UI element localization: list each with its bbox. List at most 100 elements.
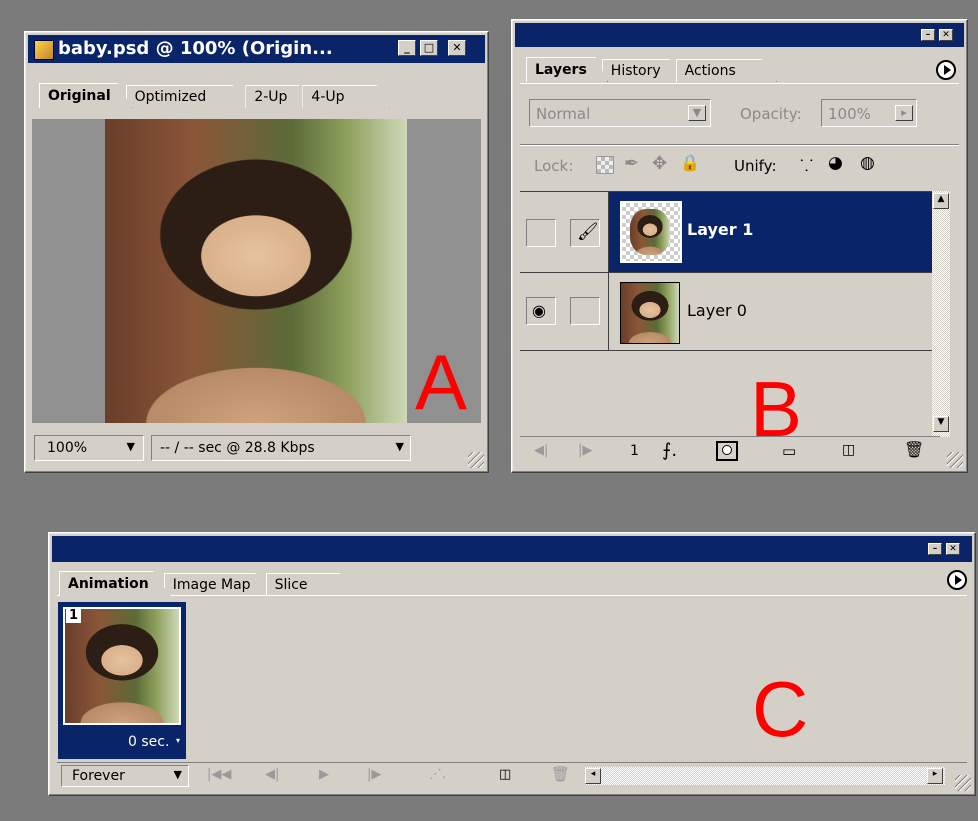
- animation-tabs-divider: [57, 595, 967, 596]
- chevron-down-icon: ▼: [395, 440, 404, 453]
- frame-number: 1: [630, 443, 639, 459]
- layer-name[interactable]: Layer 0: [687, 301, 747, 320]
- lock-transparency-icon[interactable]: [596, 156, 614, 174]
- download-speed: -- / -- sec @ 28.8 Kbps: [160, 440, 315, 456]
- trash-icon[interactable]: 🗑: [551, 765, 570, 783]
- maximize-button[interactable]: □: [420, 40, 438, 56]
- loop-value: Forever: [72, 768, 125, 784]
- close-button[interactable]: ✕: [448, 40, 466, 56]
- animation-tabs: Animation Image Map Slice: [59, 571, 353, 596]
- tab-4-up[interactable]: 4-Up: [302, 85, 390, 108]
- chevron-down-icon: ▼: [173, 768, 182, 781]
- animation-panel: – ✕ Animation Image Map Slice 1 0 sec. ▾…: [48, 532, 976, 796]
- tab-layers[interactable]: Layers: [526, 57, 608, 82]
- document-titlebar[interactable]: baby.psd @ 100% (Origin... _ □ ✕: [28, 35, 485, 63]
- next-frame-icon[interactable]: |▶: [578, 443, 592, 458]
- unify-visibility-icon[interactable]: ◕: [828, 153, 843, 173]
- opacity-value: 100%: [828, 105, 871, 123]
- chevron-down-icon: ▼: [688, 105, 706, 121]
- minimize-button[interactable]: –: [921, 29, 935, 41]
- layer-row[interactable]: ◉ Layer 0: [520, 272, 932, 351]
- lock-label: Lock:: [534, 157, 574, 175]
- frame-number: 1: [66, 608, 82, 623]
- layer-mask-icon[interactable]: [716, 441, 738, 461]
- resize-grip-icon[interactable]: [955, 775, 971, 791]
- new-layer-icon[interactable]: ◫: [842, 442, 855, 458]
- layer-thumbnail-photo: [630, 209, 670, 255]
- tab-history[interactable]: History: [601, 59, 682, 82]
- scroll-up-button[interactable]: ▲: [933, 193, 949, 209]
- layer-row[interactable]: 🖌 Layer 1: [520, 192, 932, 273]
- tab-optimized[interactable]: Optimized: [125, 85, 252, 108]
- visibility-toggle[interactable]: ◉: [526, 297, 556, 325]
- panel-menu-button[interactable]: [936, 60, 956, 80]
- resize-grip-icon[interactable]: [468, 452, 484, 468]
- frame-thumbnail: [63, 607, 181, 725]
- tab-slice[interactable]: Slice: [265, 573, 353, 596]
- tab-original[interactable]: Original: [39, 83, 132, 108]
- tab-actions[interactable]: Actions: [675, 59, 777, 82]
- layer-style-icon[interactable]: ⨍.: [662, 440, 677, 461]
- document-tabs: Original Optimized 2-Up 4-Up: [39, 83, 390, 108]
- close-button[interactable]: ✕: [939, 29, 953, 41]
- zoom-field[interactable]: 100% ▼: [34, 435, 144, 461]
- layers-titlebar[interactable]: – ✕: [515, 23, 964, 47]
- layer-name[interactable]: Layer 1: [687, 220, 753, 239]
- blend-mode-value: Normal: [536, 105, 591, 123]
- brush-link-cell[interactable]: [570, 297, 600, 325]
- loop-select[interactable]: Forever ▼: [61, 765, 189, 787]
- play-icon[interactable]: ▶: [319, 767, 329, 782]
- layers-scrollbar[interactable]: ▲ ▼: [932, 191, 950, 437]
- brush-link-cell[interactable]: 🖌: [570, 219, 600, 247]
- animation-bottom-toolbar: Forever ▼ |◀◀ ◀| ▶ |▶ ⋰. ◫ 🗑 ◂ ▸: [57, 762, 967, 789]
- layers-tabs: Layers History Actions: [526, 57, 777, 82]
- download-speed-field[interactable]: -- / -- sec @ 28.8 Kbps ▼: [151, 435, 411, 461]
- tab-2-up[interactable]: 2-Up: [245, 85, 309, 108]
- brush-icon: 🖌: [577, 222, 599, 242]
- layers-list: 🖌 Layer 1 ◉ Layer 0: [520, 191, 932, 351]
- chevron-right-icon: ▸: [895, 105, 913, 121]
- canvas-area[interactable]: [32, 119, 481, 423]
- tab-image-map[interactable]: Image Map: [163, 573, 272, 596]
- prev-frame-icon[interactable]: ◀|: [534, 443, 548, 458]
- tween-icon[interactable]: ⋰.: [429, 767, 446, 782]
- baby-photo[interactable]: [105, 119, 407, 423]
- lock-all-icon[interactable]: 🔒: [680, 153, 700, 172]
- visibility-toggle[interactable]: [526, 219, 556, 247]
- unify-position-icon[interactable]: ⸪: [800, 154, 813, 176]
- layers-panel: – ✕ Layers History Actions Normal ▼ Opac…: [511, 19, 968, 473]
- label-a: A: [415, 338, 468, 426]
- layer-thumbnail: [620, 201, 682, 263]
- opacity-input[interactable]: 100% ▸: [821, 99, 917, 127]
- new-frame-icon[interactable]: ◫: [499, 767, 511, 782]
- panel-menu-button[interactable]: [947, 570, 967, 590]
- prev-frame-icon[interactable]: ◀|: [265, 767, 279, 782]
- layer-1-selected-row[interactable]: Layer 1: [608, 192, 932, 272]
- lock-divider: [520, 144, 959, 146]
- layers-bottom-toolbar: ◀| |▶ 1 ⨍. ▭ ◫ 🗑: [520, 436, 940, 465]
- layers-column-divider: [608, 192, 609, 351]
- scroll-right-button[interactable]: ▸: [927, 768, 943, 784]
- frame-delay[interactable]: 0 sec.: [128, 734, 169, 750]
- minimize-button[interactable]: _: [398, 40, 416, 56]
- next-frame-icon[interactable]: |▶: [367, 767, 381, 782]
- first-frame-icon[interactable]: |◀◀: [207, 767, 231, 782]
- close-button[interactable]: ✕: [946, 543, 960, 555]
- blend-mode-select[interactable]: Normal ▼: [529, 99, 711, 127]
- minimize-button[interactable]: –: [928, 543, 942, 555]
- unify-style-icon[interactable]: ◍: [860, 153, 875, 173]
- opacity-label: Opacity:: [740, 105, 802, 123]
- scroll-left-button[interactable]: ◂: [585, 768, 601, 784]
- document-title: baby.psd @ 100% (Origin...: [58, 38, 333, 59]
- trash-icon[interactable]: 🗑: [904, 440, 924, 459]
- tab-animation[interactable]: Animation: [59, 571, 170, 596]
- scroll-down-button[interactable]: ▼: [933, 416, 949, 432]
- lock-move-icon[interactable]: ✥: [652, 153, 667, 174]
- label-c: C: [752, 665, 809, 753]
- resize-grip-icon[interactable]: [947, 452, 963, 468]
- chevron-down-icon: ▾: [176, 736, 181, 745]
- animation-frame[interactable]: 1 0 sec. ▾: [58, 602, 186, 759]
- animation-titlebar[interactable]: – ✕: [52, 536, 972, 562]
- lock-paint-icon[interactable]: ✒: [624, 153, 639, 174]
- horizontal-scrollbar[interactable]: ◂ ▸: [585, 767, 945, 785]
